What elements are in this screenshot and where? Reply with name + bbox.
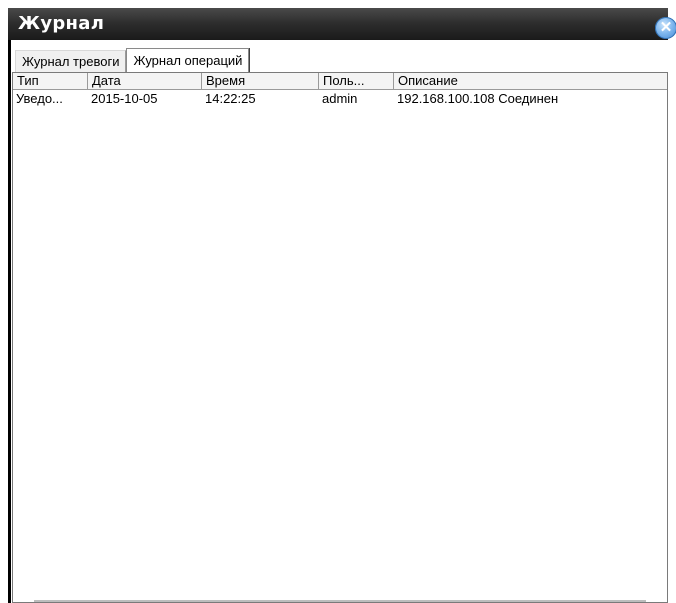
cell-date: 2015-10-05 (91, 91, 158, 106)
window-title: Журнал (18, 13, 105, 34)
cell-user: admin (322, 91, 358, 106)
log-table: Тип Дата Время Поль... Описание Уведо...… (12, 72, 668, 603)
log-window: Журнал ✕ Журнал тревоги Журнал операций … (8, 8, 676, 603)
window-body: Журнал тревоги Журнал операций Тип Дата … (8, 40, 668, 603)
table-body: Уведо... 2015-10-05 14:22:25 admin 192.1… (13, 90, 667, 107)
column-header-user[interactable]: Поль... (319, 73, 394, 89)
cell-description: 192.168.100.108 Соединен (397, 91, 559, 106)
tab-operations-log[interactable]: Журнал операций (126, 48, 250, 72)
table-header: Тип Дата Время Поль... Описание (13, 73, 667, 90)
close-icon[interactable]: ✕ (655, 17, 676, 39)
cell-time: 14:22:25 (205, 91, 256, 106)
column-header-time[interactable]: Время (202, 73, 319, 89)
title-bar[interactable]: Журнал (8, 8, 668, 40)
column-header-date[interactable]: Дата (88, 73, 202, 89)
table-row[interactable]: Уведо... 2015-10-05 14:22:25 admin 192.1… (13, 90, 667, 107)
tab-bar: Журнал тревоги Журнал операций (15, 48, 667, 72)
column-header-type[interactable]: Тип (13, 73, 88, 89)
cell-type: Уведо... (16, 91, 63, 106)
horizontal-scrollbar[interactable] (34, 600, 646, 602)
column-header-description[interactable]: Описание (394, 73, 667, 89)
tab-alarm-log[interactable]: Журнал тревоги (15, 50, 127, 72)
